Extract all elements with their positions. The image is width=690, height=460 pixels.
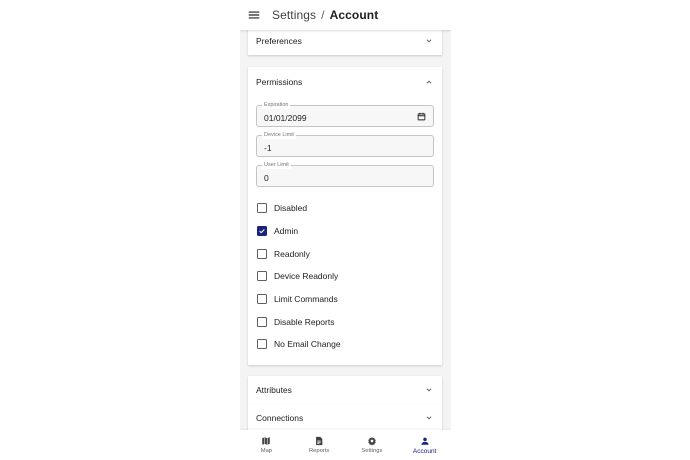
attributes-header[interactable]: Attributes [248, 376, 442, 404]
checkbox-label: Admin [274, 226, 299, 237]
connections-title: Connections [256, 413, 304, 423]
checkbox-label: Readonly [274, 248, 310, 259]
checkbox-device-readonly[interactable]: Device Readonly [248, 265, 442, 288]
checkbox-box[interactable] [257, 248, 267, 259]
chevron-up-icon [426, 80, 432, 84]
breadcrumb-separator: / [321, 8, 325, 22]
nav-map[interactable]: Map [240, 430, 293, 460]
checkbox-readonly[interactable]: Readonly [248, 242, 442, 265]
settings-content[interactable]: Preferences Permissions Expiration 01/01… [240, 30, 451, 430]
checkbox-no-email-change[interactable]: No Email Change [248, 333, 442, 356]
user-limit-label: User Limit [262, 161, 291, 169]
checkbox-label: No Email Change [274, 339, 341, 350]
checkbox-box[interactable] [257, 294, 267, 305]
app-bar: Settings / Account [240, 0, 451, 30]
preferences-header[interactable]: Preferences [248, 30, 442, 55]
expiration-label: Expiration [262, 101, 291, 109]
checkbox-box-checked[interactable] [257, 226, 267, 237]
checkbox-admin[interactable]: Admin [248, 220, 442, 243]
checkbox-disable-reports[interactable]: Disable Reports [248, 310, 442, 333]
page-title: Account [329, 8, 379, 22]
device-limit-label: Device Limit [262, 131, 296, 139]
connections-panel: Connections [248, 404, 442, 430]
app-window: Settings / Account Preferences Permissions… [240, 0, 451, 460]
permissions-title: Permissions [256, 77, 303, 87]
permissions-header[interactable]: Permissions [248, 67, 442, 97]
chevron-down-icon [426, 416, 432, 420]
check-icon [259, 229, 265, 234]
checkbox-disabled[interactable]: Disabled [248, 197, 442, 220]
person-icon [421, 437, 429, 445]
nav-reports-label: Reports [308, 448, 330, 454]
attributes-title: Attributes [256, 385, 292, 395]
checkbox-limit-commands[interactable]: Limit Commands [248, 288, 442, 311]
chevron-down-icon [426, 39, 432, 43]
device-limit-field[interactable]: Device Limit -1 [256, 131, 434, 157]
breadcrumb-settings[interactable]: Settings [272, 8, 316, 22]
nav-map-label: Map [260, 448, 273, 454]
checkbox-box[interactable] [257, 271, 267, 282]
checkbox-label: Device Readonly [274, 271, 339, 282]
expiration-field[interactable]: Expiration 01/01/2099 [256, 101, 434, 127]
nav-reports[interactable]: Reports [293, 430, 346, 460]
checkbox-box[interactable] [257, 316, 267, 327]
map-icon [262, 437, 271, 445]
checkbox-box[interactable] [257, 339, 267, 350]
checkbox-label: Disable Reports [274, 316, 335, 327]
checkbox-box[interactable] [257, 203, 267, 214]
gear-icon [368, 436, 376, 446]
nav-account-label: Account [412, 447, 437, 455]
menu-icon[interactable] [242, 0, 266, 30]
checkbox-label: Limit Commands [274, 294, 338, 305]
preferences-panel: Preferences [248, 30, 442, 55]
breadcrumb: Settings / Account [272, 8, 378, 22]
calendar-icon[interactable] [417, 112, 426, 121]
user-limit-field[interactable]: User Limit 0 [256, 161, 434, 187]
attributes-panel: Attributes [248, 376, 442, 404]
checkbox-label: Disabled [274, 203, 308, 214]
nav-account[interactable]: Account [398, 430, 451, 460]
nav-settings-label: Settings [361, 448, 383, 454]
permissions-panel: Permissions Expiration 01/01/2099 Device… [248, 67, 442, 365]
reports-icon [316, 436, 323, 446]
bottom-navigation: Map Reports Settings Account [240, 430, 451, 460]
nav-settings[interactable]: Settings [346, 430, 399, 460]
expiration-value: 01/01/2099 [264, 112, 307, 123]
permission-checkboxes: Disabled Admin Readonly Device Readonly [248, 197, 442, 356]
connections-header[interactable]: Connections [248, 404, 442, 430]
preferences-title: Preferences [256, 36, 302, 46]
chevron-down-icon [426, 388, 432, 392]
user-limit-value: 0 [264, 172, 269, 183]
device-limit-value: -1 [264, 142, 272, 153]
